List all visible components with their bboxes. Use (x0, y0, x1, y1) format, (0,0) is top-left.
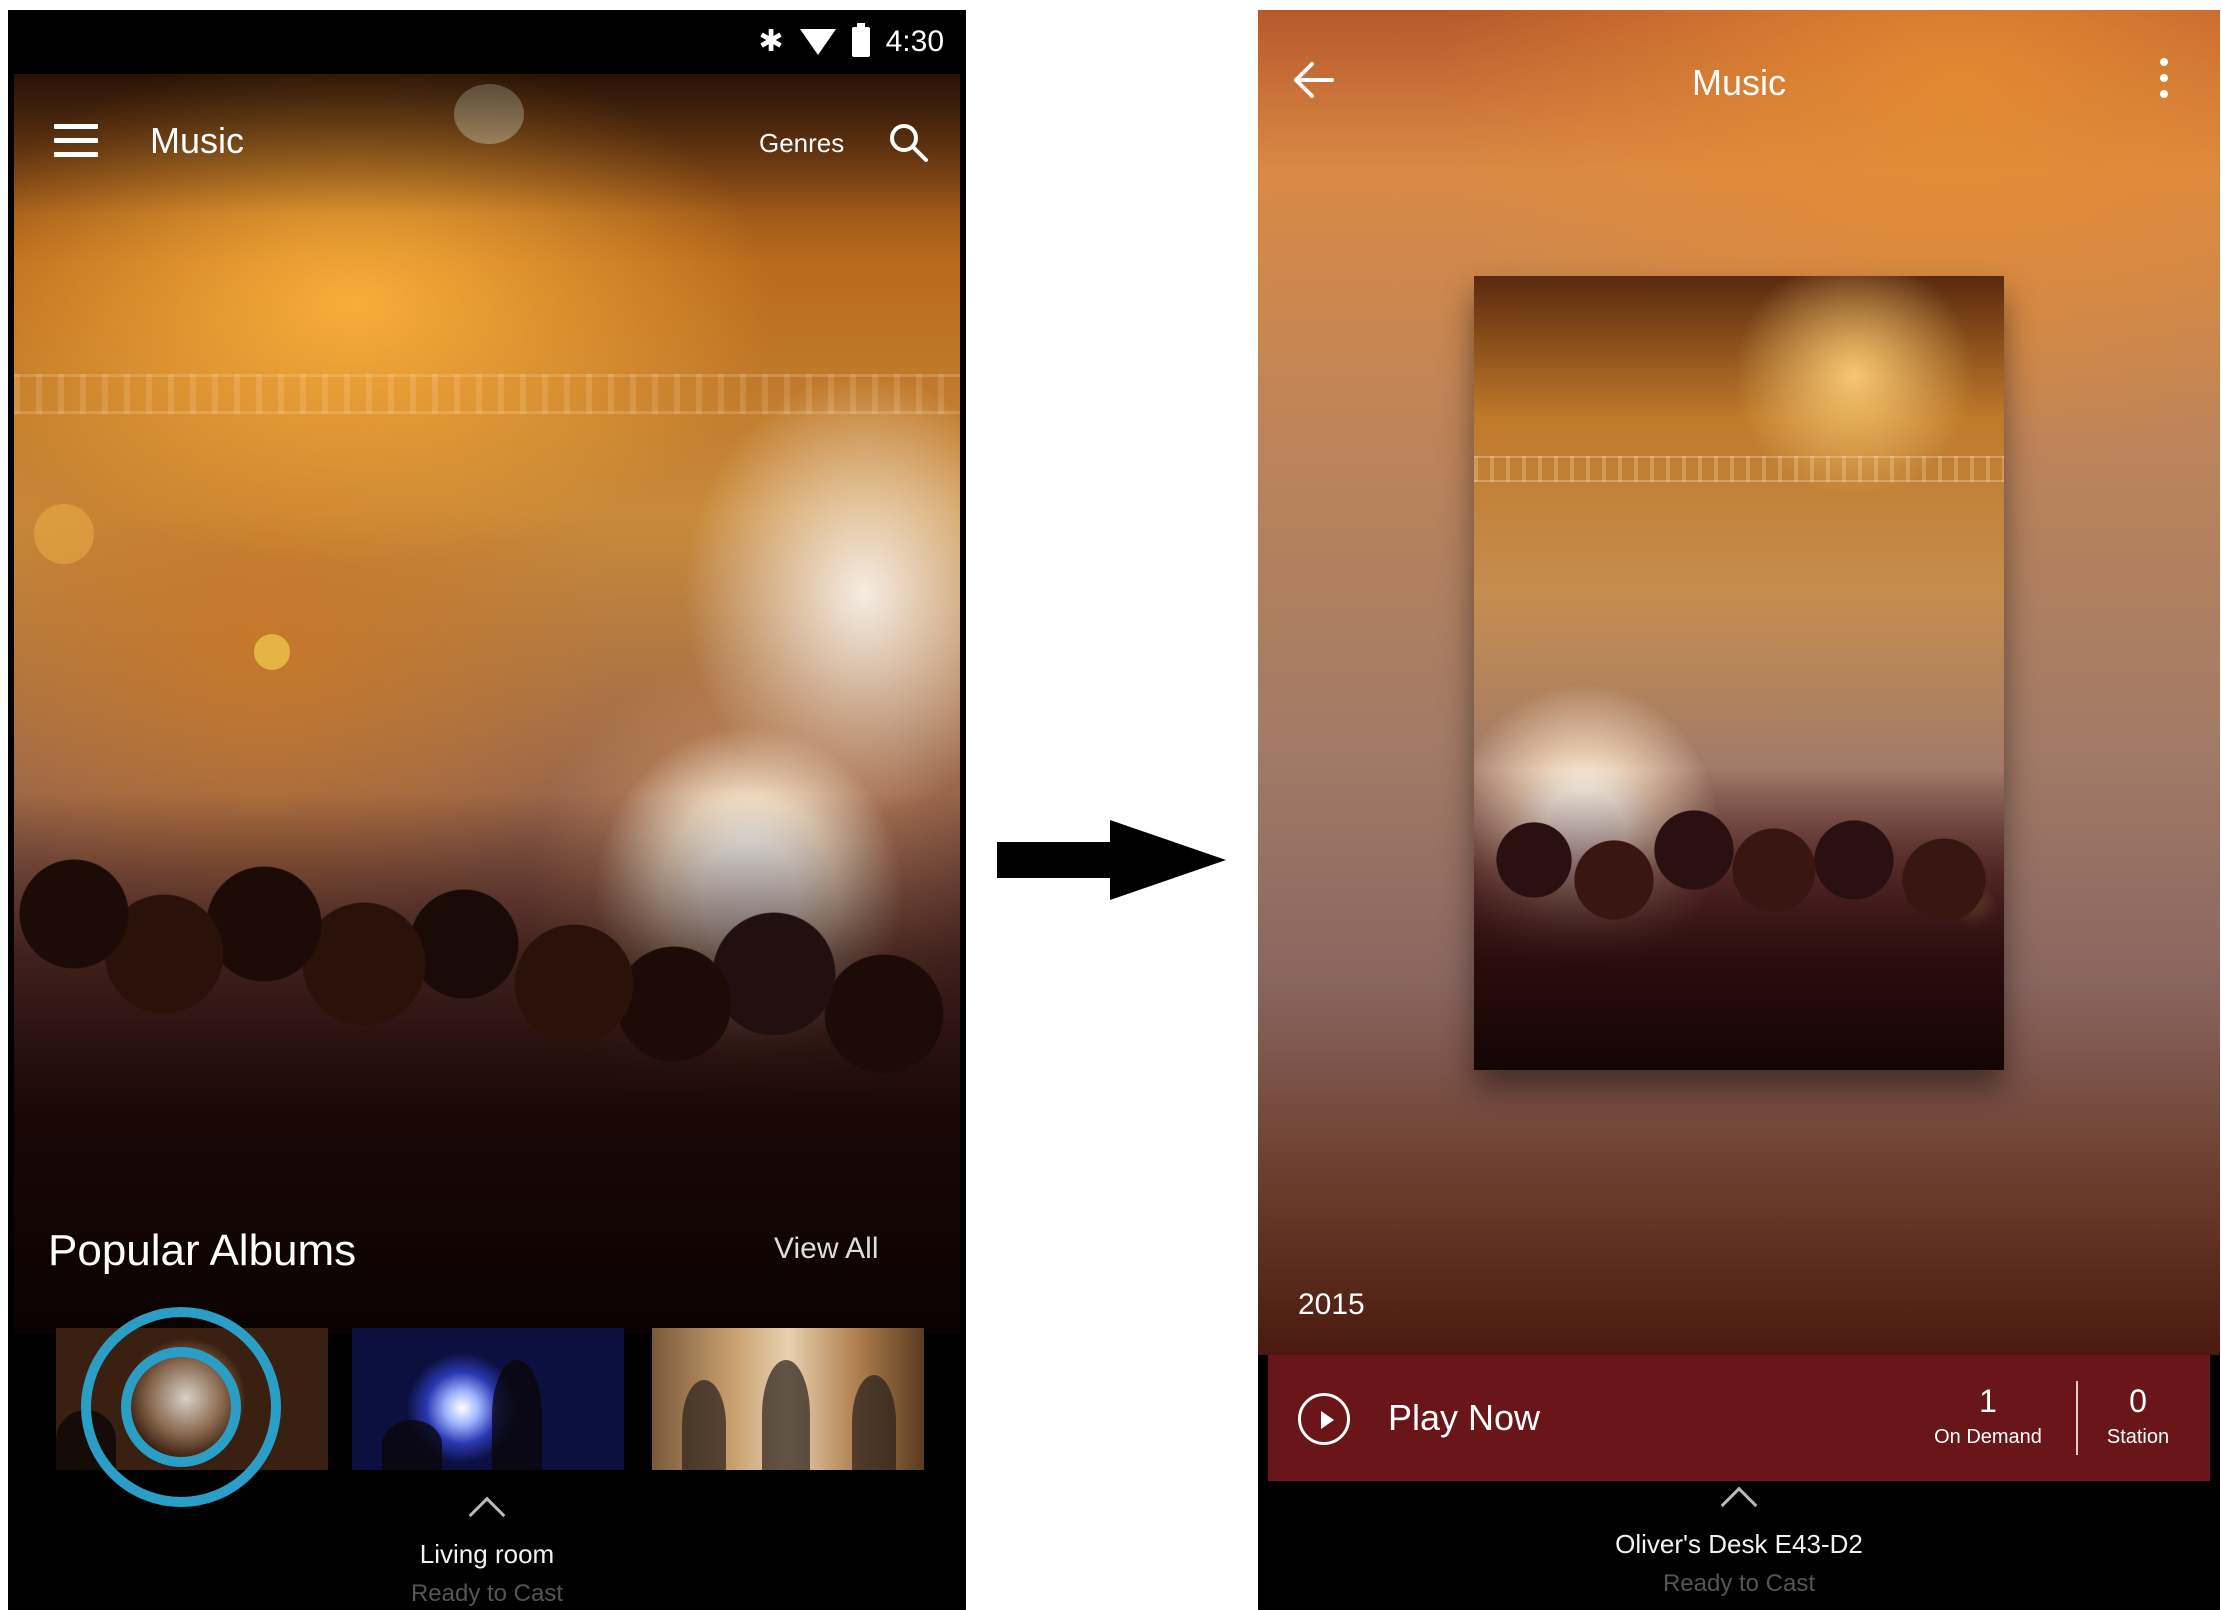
stage-light (34, 504, 94, 564)
phone-screen-album-detail: Music 2015 Play Now 1 On Demand 0 Statio… (1258, 10, 2220, 1610)
page-title: Music (150, 120, 245, 161)
cast-device-name: Oliver's Desk E43-D2 (1615, 1529, 1863, 1559)
album-cover[interactable] (1474, 276, 2004, 1070)
menu-icon[interactable] (54, 124, 98, 158)
chevron-up-icon[interactable] (1720, 1486, 1758, 1524)
app-bar: Music Genres (14, 74, 960, 214)
station-count: 0 (2129, 1383, 2147, 1419)
play-bar: Play Now 1 On Demand 0 Station (1268, 1355, 2210, 1481)
section-title: Popular Albums (48, 1226, 357, 1275)
cast-status: Ready to Cast (1662, 1570, 1816, 1597)
genres-button[interactable]: Genres (759, 128, 844, 159)
station-label: Station (2106, 1426, 2170, 1448)
search-icon[interactable] (886, 120, 930, 164)
crowd-silhouette (1474, 770, 2004, 1070)
more-vert-icon[interactable] (2156, 54, 2172, 102)
on-demand-stat: 1 On Demand (1918, 1383, 2058, 1449)
bluetooth-icon: ✱ (758, 25, 784, 58)
cast-status: Ready to Cast (410, 1580, 564, 1607)
transition-arrowhead (1110, 820, 1226, 900)
battery-icon (851, 23, 870, 57)
cast-bar[interactable]: Oliver's Desk E43-D2 Ready to Cast (1258, 1478, 2220, 1598)
cast-bar[interactable]: Living room Ready to Cast (8, 1488, 966, 1608)
status-time: 4:30 (885, 25, 944, 58)
status-bar: ✱ 4:30 (8, 10, 966, 74)
on-demand-label: On Demand (1934, 1426, 2042, 1448)
on-demand-count: 1 (1979, 1383, 1997, 1419)
view-all-link[interactable]: View All (774, 1232, 879, 1266)
phone-screen-home: ✱ 4:30 Music Genres Popular Albums View … (8, 10, 966, 1610)
cast-device-name: Living room (419, 1539, 555, 1569)
touch-indicator-inner (121, 1347, 241, 1467)
play-now-button[interactable]: Play Now (1388, 1397, 1540, 1439)
album-year: 2015 (1298, 1288, 1365, 1321)
stage-truss (14, 374, 960, 414)
app-bar: Music (1258, 10, 2220, 140)
transition-arrow-icon (997, 842, 1112, 878)
page-title: Music (1691, 62, 1786, 103)
station-stat: 0 Station (2078, 1383, 2198, 1449)
stage-light (254, 634, 290, 670)
hero-concert-image (14, 74, 960, 1334)
chevron-up-icon[interactable] (468, 1496, 506, 1534)
play-circle-icon[interactable] (1298, 1393, 1350, 1445)
album-thumbnail[interactable] (652, 1328, 924, 1470)
stage-truss (1474, 456, 2004, 482)
album-thumbnail[interactable] (352, 1328, 624, 1470)
wifi-icon (799, 29, 836, 55)
